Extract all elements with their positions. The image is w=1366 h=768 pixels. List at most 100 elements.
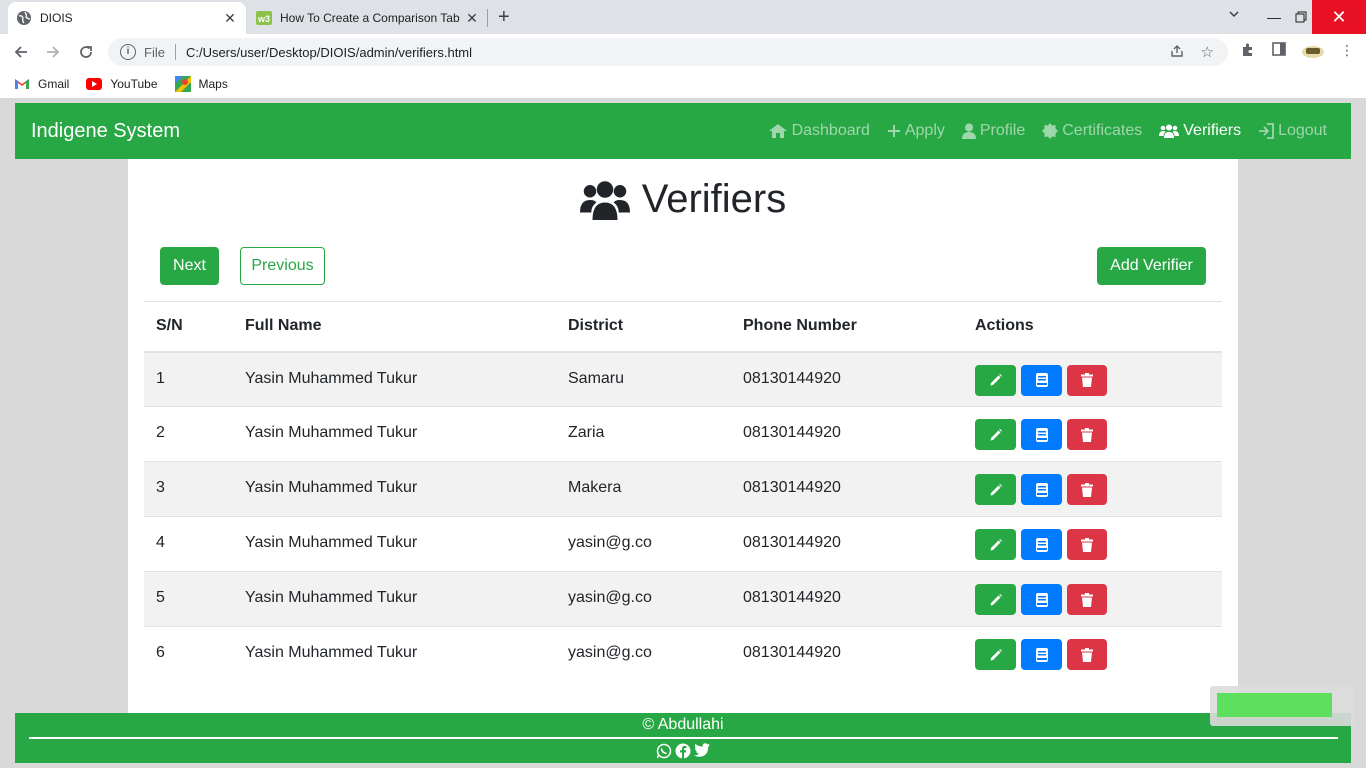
header-phone-number: Phone Number (731, 301, 963, 353)
cell-sn: 1 (144, 351, 233, 407)
delete-button[interactable] (1067, 529, 1107, 560)
cell-district: Samaru (556, 351, 731, 407)
cell-sn: 2 (144, 406, 233, 462)
restore-icon[interactable] (1290, 0, 1312, 34)
svg-text:w3: w3 (257, 14, 270, 24)
book-icon (1035, 537, 1049, 553)
view-button[interactable] (1021, 529, 1062, 560)
bookmark-gmail[interactable]: Gmail (14, 77, 69, 91)
users-icon (1159, 124, 1180, 138)
view-button[interactable] (1021, 584, 1062, 615)
address-bar[interactable]: i File C:/Users/user/Desktop/DIOIS/admin… (108, 38, 1228, 66)
edit-button[interactable] (975, 584, 1016, 615)
edit-button[interactable] (975, 364, 1016, 396)
table-header-row: S/N Full Name District Phone Number Acti… (144, 301, 1222, 353)
forward-icon[interactable] (40, 40, 66, 64)
edit-button[interactable] (975, 529, 1016, 560)
new-tab-icon[interactable]: + (498, 6, 510, 29)
close-icon[interactable]: ✕ (222, 10, 238, 27)
info-icon[interactable]: i (120, 44, 136, 60)
cell-district: yasin@g.co (556, 626, 731, 682)
reload-icon[interactable] (73, 40, 99, 64)
share-icon[interactable] (1170, 44, 1184, 61)
cell-full-name: Yasin Muhammed Tukur (233, 406, 556, 462)
nav-certificates[interactable]: Certificates (1042, 122, 1142, 140)
browser-tab-active[interactable]: DIOIS ✕ (8, 2, 246, 34)
pencil-icon (989, 648, 1003, 662)
nav-profile[interactable]: Profile (961, 122, 1026, 140)
network-meter-widget[interactable] (1210, 686, 1354, 726)
view-button[interactable] (1021, 364, 1062, 396)
cell-phone: 08130144920 (731, 516, 963, 572)
table-row: 5 Yasin Muhammed Tukur yasin@g.co 081301449… (144, 571, 1222, 627)
certificate-icon (1042, 123, 1059, 139)
cell-sn: 5 (144, 571, 233, 627)
page-title-text: Verifiers (641, 177, 787, 221)
back-icon[interactable] (8, 40, 34, 64)
nav-apply[interactable]: Apply (887, 122, 945, 140)
view-button[interactable] (1021, 474, 1062, 505)
navbar-brand[interactable]: Indigene System (31, 120, 180, 143)
window-close-icon[interactable]: ✕ (1312, 0, 1366, 34)
gmail-icon (14, 78, 30, 90)
twitter-icon[interactable] (694, 743, 710, 764)
tab-search-chevron-icon[interactable] (1228, 8, 1240, 23)
pencil-icon (989, 538, 1003, 552)
pencil-icon (989, 593, 1003, 607)
book-icon (1035, 592, 1049, 608)
view-button[interactable] (1021, 419, 1062, 450)
add-verifier-button[interactable]: Add Verifier (1097, 247, 1206, 285)
cell-actions (963, 351, 1222, 407)
book-icon (1035, 427, 1049, 443)
edit-button[interactable] (975, 419, 1016, 450)
cell-district: Zaria (556, 406, 731, 462)
app-navbar: Indigene System Dashboard Apply Profile … (15, 103, 1351, 159)
browser-tab-inactive[interactable]: w3 How To Create a Comparison Tab ✕ (248, 2, 488, 34)
nav-label: Logout (1278, 122, 1327, 139)
delete-button[interactable] (1067, 584, 1107, 615)
facebook-icon[interactable] (675, 743, 691, 764)
footer-divider (29, 737, 1338, 739)
nav-label: Certificates (1062, 122, 1143, 139)
nav-logout[interactable]: Logout (1258, 122, 1327, 140)
bookmark-star-icon[interactable]: ☆ (1201, 43, 1214, 61)
minimize-icon[interactable]: — (1258, 0, 1290, 34)
cell-district: yasin@g.co (556, 571, 731, 627)
nav-label: Apply (904, 122, 945, 139)
users-icon (579, 180, 630, 220)
edit-button[interactable] (975, 639, 1016, 670)
browser-tab-strip: DIOIS ✕ w3 How To Create a Comparison Ta… (0, 0, 1366, 34)
table-row: 1 Yasin Muhammed Tukur Samaru 08130144920 (144, 351, 1222, 407)
previous-button[interactable]: Previous (240, 247, 325, 285)
plus-icon (887, 125, 900, 137)
cell-sn: 3 (144, 461, 233, 517)
delete-button[interactable] (1067, 474, 1107, 505)
profile-avatar[interactable] (1301, 40, 1325, 63)
nav-verifiers[interactable]: Verifiers (1159, 122, 1241, 140)
cell-sn: 4 (144, 516, 233, 572)
bookmark-maps[interactable]: Maps (174, 76, 228, 92)
row-actions (975, 474, 1222, 505)
extensions-icon[interactable] (1240, 42, 1256, 61)
row-actions (975, 364, 1222, 396)
cell-sn: 6 (144, 626, 233, 682)
whatsapp-icon[interactable] (656, 743, 672, 764)
delete-button[interactable] (1067, 419, 1107, 450)
nav-dashboard[interactable]: Dashboard (768, 122, 870, 140)
cell-full-name: Yasin Muhammed Tukur (233, 571, 556, 627)
edit-button[interactable] (975, 474, 1016, 505)
cell-full-name: Yasin Muhammed Tukur (233, 626, 556, 682)
book-icon (1035, 647, 1049, 663)
view-button[interactable] (1021, 639, 1062, 670)
next-button[interactable]: Next (160, 247, 219, 285)
nav-label: Profile (979, 122, 1026, 139)
kebab-menu-icon[interactable]: ⋮ (1340, 42, 1354, 59)
close-icon[interactable]: ✕ (464, 10, 480, 27)
side-panel-icon[interactable] (1272, 42, 1286, 59)
pencil-icon (989, 483, 1003, 497)
trash-icon (1081, 427, 1093, 442)
delete-button[interactable] (1067, 639, 1107, 670)
delete-button[interactable] (1067, 364, 1107, 396)
bookmark-youtube[interactable]: YouTube (86, 77, 158, 91)
pencil-icon (989, 373, 1003, 387)
